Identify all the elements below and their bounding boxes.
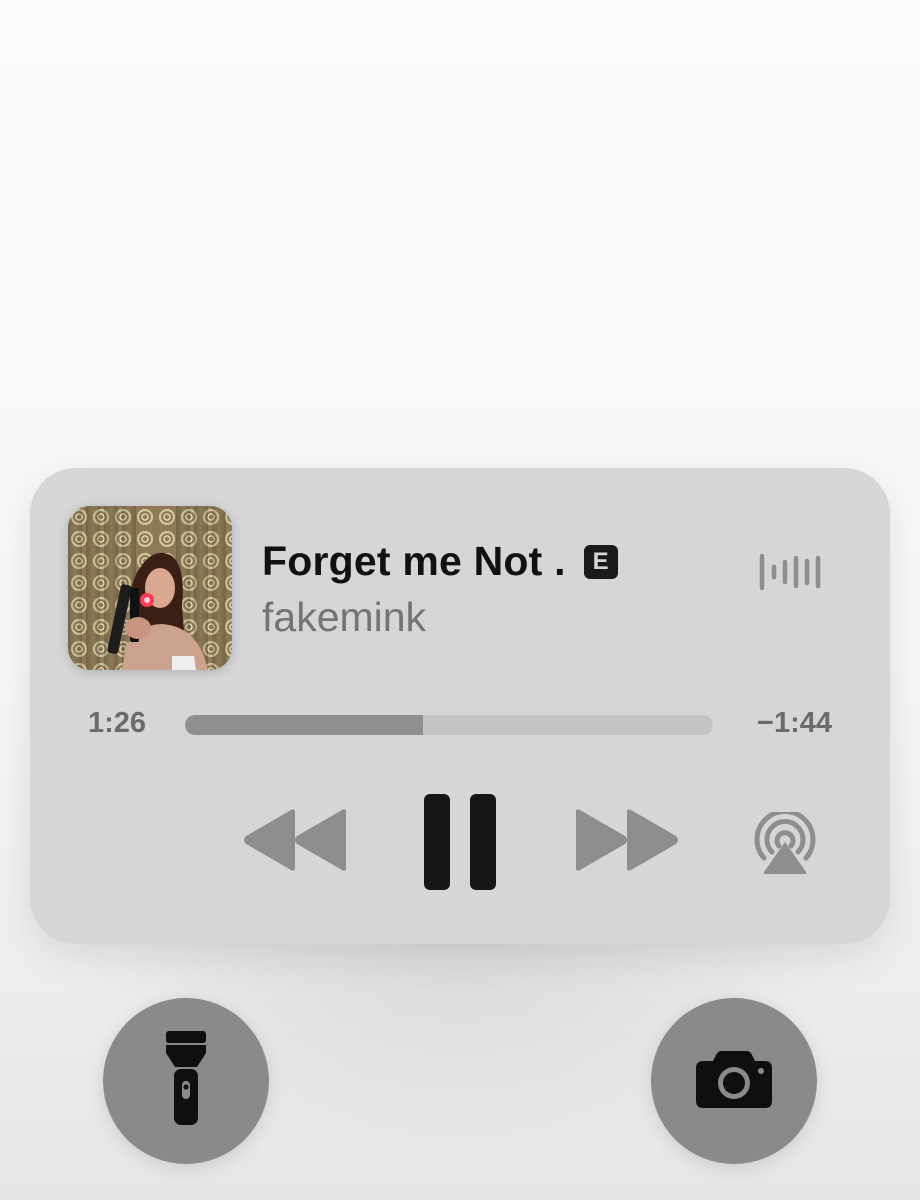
- song-title-row[interactable]: Forget me Not . E: [262, 538, 618, 585]
- airplay-audio-icon: [752, 808, 818, 878]
- audio-waveform-icon: [758, 552, 822, 592]
- playback-progress-fill: [185, 715, 423, 735]
- camera-icon: [695, 1049, 773, 1114]
- rewind-icon: [242, 809, 348, 876]
- playback-scrubber[interactable]: [185, 715, 713, 735]
- now-playing-widget[interactable]: Forget me Not . E fakemink 1:26 −1:44: [30, 468, 890, 944]
- remaining-time: −1:44: [757, 707, 832, 739]
- album-artwork[interactable]: [68, 506, 232, 670]
- flashlight-button[interactable]: [103, 998, 269, 1164]
- fast-forward-icon: [574, 809, 680, 876]
- camera-button[interactable]: [651, 998, 817, 1164]
- flashlight-icon: [163, 1030, 209, 1132]
- artist-name[interactable]: fakemink: [262, 594, 426, 641]
- pause-button[interactable]: [422, 794, 498, 890]
- fast-forward-button[interactable]: [574, 808, 680, 872]
- rewind-button[interactable]: [242, 808, 348, 872]
- pause-icon: [422, 794, 498, 894]
- airplay-button[interactable]: [752, 808, 818, 874]
- explicit-badge: E: [583, 544, 618, 579]
- elapsed-time: 1:26: [88, 707, 147, 739]
- song-title: Forget me Not .: [262, 538, 566, 584]
